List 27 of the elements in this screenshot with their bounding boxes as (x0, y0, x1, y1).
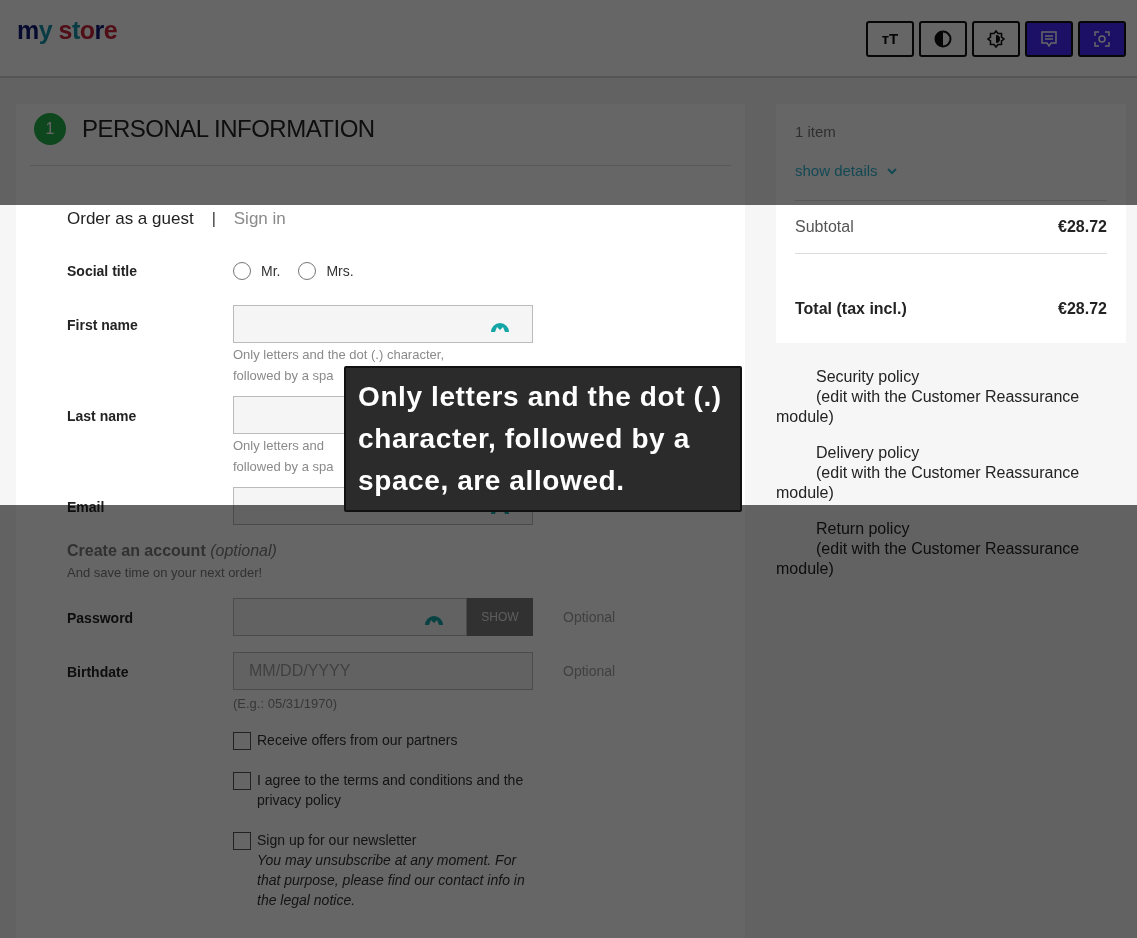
policy-title: Delivery policy (815, 443, 921, 463)
section-heading: PERSONAL INFORMATION (82, 114, 375, 144)
field-hint: followed by a spa (233, 366, 334, 385)
policy-note: (edit with the Customer Reassurance module) (776, 387, 1081, 427)
total-value: €28.72 (1058, 299, 1107, 319)
checkbox-label: Receive offers from our partners (257, 730, 459, 750)
subtotal-label: Subtotal (795, 217, 854, 237)
policy-note: (edit with the Customer Reassurance module) (776, 539, 1081, 579)
total-label: Total (tax incl.) (795, 299, 907, 319)
field-label: Social title (67, 261, 139, 281)
field-hint: followed by a spa (233, 457, 334, 476)
field-label: First name (67, 315, 139, 335)
field-hint: Only letters and (233, 436, 325, 455)
tooltip: Only letters and the dot (.) character, followed by a space, are allowed. (344, 366, 742, 512)
checkbox-label: Sign up for our newsletter (257, 830, 418, 850)
checkbox-note: You may unsubscribe at any moment. For that purpose, please find our contact info in the legal notice. (257, 850, 526, 910)
step-number: 1 (34, 113, 66, 145)
policy-note: (edit with the Customer Reassurance module) (776, 463, 1081, 503)
subtotal-value: €28.72 (1058, 217, 1107, 237)
field-hint: Only letters and the dot (.) character, (233, 345, 444, 364)
field-label: Password (67, 609, 135, 628)
checkbox-label: I agree to the terms and conditions and the privacy policy (257, 770, 525, 810)
tab-separator: | (211, 208, 216, 229)
field-label: Last name (67, 406, 138, 426)
policy-title: Return policy (815, 519, 911, 539)
policy-title: Security policy (815, 367, 921, 387)
field-label: Birthdate (67, 663, 130, 682)
